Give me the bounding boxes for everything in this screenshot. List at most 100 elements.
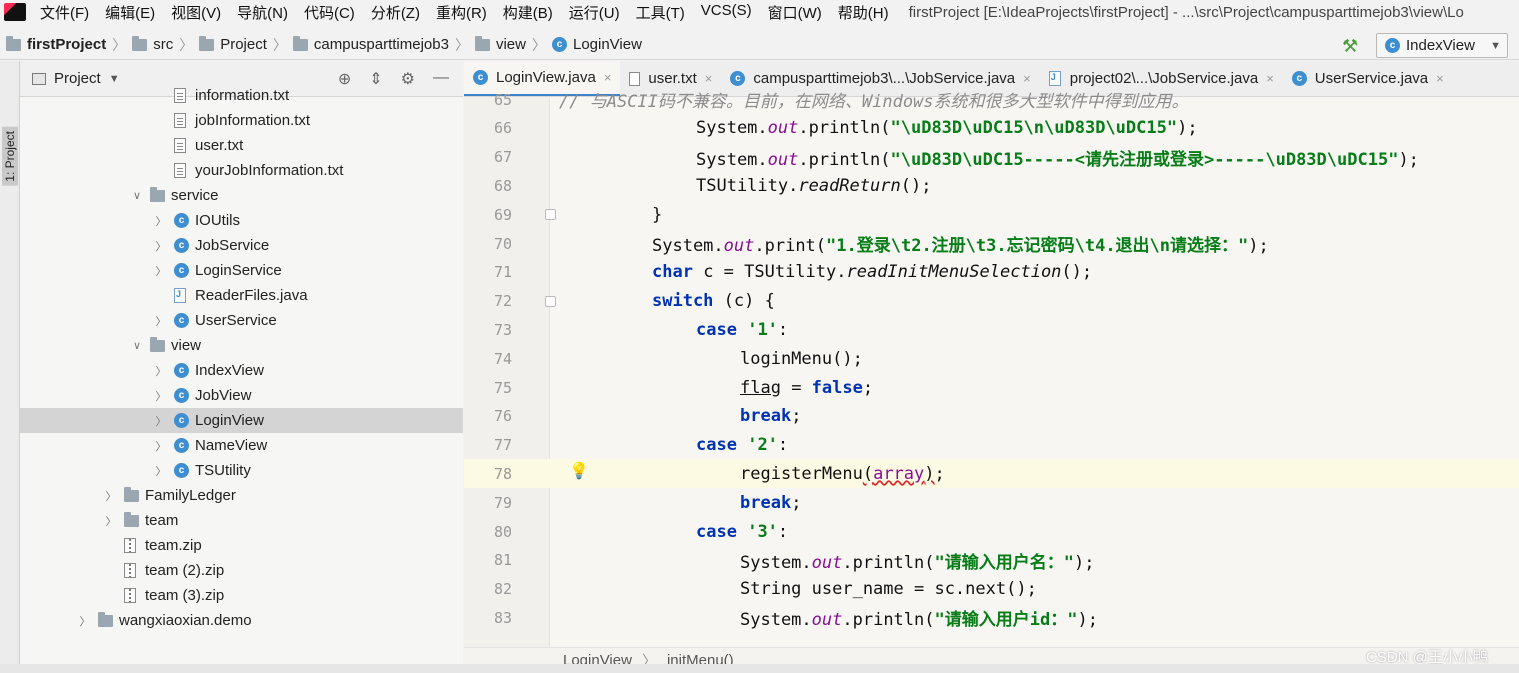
- code-line[interactable]: 66 System.out.println("\uD83D\uDC15\n\uD8…: [464, 114, 1519, 143]
- chevron-right-icon[interactable]: 〉: [104, 488, 118, 504]
- class-icon: c: [174, 388, 189, 403]
- chevron-right-icon[interactable]: 〉: [154, 388, 168, 404]
- class-icon: c: [174, 313, 189, 328]
- close-icon[interactable]: ×: [1023, 71, 1031, 86]
- chevron-right-icon[interactable]: 〉: [154, 463, 168, 479]
- code-line[interactable]: 81 System.out.println("请输入用户名：");: [464, 546, 1519, 575]
- tree-item[interactable]: 〉 c JobView: [20, 383, 463, 408]
- tree-item[interactable]: ∨ view: [20, 333, 463, 358]
- tree-item[interactable]: information.txt: [20, 83, 463, 108]
- tree-item[interactable]: 〉 c TSUtility: [20, 458, 463, 483]
- menu-item[interactable]: 运行(U): [561, 2, 628, 23]
- close-icon[interactable]: ×: [705, 71, 713, 86]
- chevron-right-icon[interactable]: 〉: [154, 263, 168, 279]
- menu-item[interactable]: 工具(T): [628, 2, 693, 23]
- fold-marker-icon[interactable]: [545, 295, 556, 307]
- chevron-right-icon[interactable]: 〉: [104, 513, 118, 529]
- breadcrumb-current[interactable]: LoginView: [573, 36, 642, 53]
- code-line[interactable]: 80 case '3':: [464, 517, 1519, 546]
- code-line[interactable]: 67 System.out.println("\uD83D\uDC15-----<…: [464, 143, 1519, 172]
- tree-item[interactable]: 〉 c NameView: [20, 433, 463, 458]
- tree-item-label: TSUtility: [195, 462, 251, 479]
- tree-item[interactable]: 〉 c IOUtils: [20, 208, 463, 233]
- tree-item-label: FamilyLedger: [145, 487, 236, 504]
- menu-item[interactable]: 视图(V): [163, 2, 229, 23]
- menu-item[interactable]: 编辑(E): [97, 2, 163, 23]
- chevron-right-icon[interactable]: 〉: [154, 238, 168, 254]
- breadcrumb-item[interactable]: campusparttimejob3: [314, 36, 449, 53]
- menu-item[interactable]: 重构(R): [428, 2, 495, 23]
- code-line[interactable]: 69}: [464, 200, 1519, 229]
- tree-item[interactable]: jobInformation.txt: [20, 108, 463, 133]
- lightbulb-icon[interactable]: 💡: [569, 461, 589, 481]
- breadcrumb-project[interactable]: firstProject: [27, 36, 106, 53]
- tree-item[interactable]: 〉 FamilyLedger: [20, 483, 463, 508]
- tree-item[interactable]: user.txt: [20, 133, 463, 158]
- tree-item[interactable]: ∨ service: [20, 183, 463, 208]
- tree-item-label: IOUtils: [195, 212, 240, 229]
- code-line[interactable]: 76 break;: [464, 402, 1519, 431]
- code-line[interactable]: 82 String user_name = sc.next();: [464, 575, 1519, 604]
- code-line[interactable]: 78 registerMenu(array);: [464, 459, 1519, 489]
- tree-item[interactable]: 〉 c LoginService: [20, 258, 463, 283]
- menu-item[interactable]: 帮助(H): [830, 2, 897, 23]
- menu-item[interactable]: VCS(S): [693, 2, 760, 23]
- code-line[interactable]: 73 case '1':: [464, 315, 1519, 344]
- tree-item[interactable]: 〉 c JobService: [20, 233, 463, 258]
- tree-item[interactable]: ReaderFiles.java: [20, 283, 463, 308]
- menu-item[interactable]: 分析(Z): [363, 2, 428, 23]
- close-icon[interactable]: ×: [1266, 71, 1274, 86]
- line-number: 68: [493, 176, 512, 195]
- horizontal-scrollbar[interactable]: [0, 664, 1519, 673]
- tree-item[interactable]: team (2).zip: [20, 558, 463, 583]
- tree-item[interactable]: 〉 team: [20, 508, 463, 533]
- code-line[interactable]: 70 System.out.print("1.登录\t2.注册\t3.忘记密码\t…: [464, 229, 1519, 258]
- code-line[interactable]: 74 loginMenu();: [464, 344, 1519, 373]
- menu-item[interactable]: 窗口(W): [760, 2, 830, 23]
- tree-item[interactable]: 〉 c LoginView: [20, 408, 463, 433]
- chevron-down-icon[interactable]: ∨: [130, 189, 144, 202]
- chevron-right-icon[interactable]: 〉: [154, 313, 168, 329]
- chevron-right-icon[interactable]: 〉: [78, 613, 92, 629]
- code-line[interactable]: 79 break;: [464, 488, 1519, 517]
- run-configuration-select[interactable]: c IndexView ▼: [1376, 33, 1508, 58]
- code-line[interactable]: 72 switch (c) {: [464, 287, 1519, 316]
- breadcrumb-item[interactable]: Project: [220, 36, 267, 53]
- build-hammer-icon[interactable]: ⚒: [1342, 36, 1358, 57]
- chevron-right-icon[interactable]: 〉: [154, 413, 168, 429]
- code-line[interactable]: 65 // 与ASCII码不兼容。目前，在网络、Windows系统和很多大型软件中…: [464, 85, 1519, 114]
- code-line[interactable]: 71 char c = TSUtility.readInitMenuSelecti…: [464, 258, 1519, 287]
- chevron-down-icon[interactable]: ∨: [130, 339, 144, 352]
- chevron-right-icon[interactable]: 〉: [154, 363, 168, 379]
- class-icon: c: [174, 263, 189, 278]
- menu-item[interactable]: 导航(N): [229, 2, 296, 23]
- code-line[interactable]: 77 case '2':: [464, 431, 1519, 460]
- tree-item[interactable]: team.zip: [20, 533, 463, 558]
- tree-item[interactable]: yourJobInformation.txt: [20, 158, 463, 183]
- tree-item[interactable]: 〉 c UserService: [20, 308, 463, 333]
- tree-item-label: team (2).zip: [145, 562, 225, 579]
- menu-item[interactable]: 代码(C): [296, 2, 363, 23]
- left-tool-strip: 1: Project: [0, 61, 20, 673]
- chevron-right-icon[interactable]: 〉: [154, 213, 168, 229]
- code-line[interactable]: 83 System.out.println("请输入用户id：");: [464, 603, 1519, 632]
- tree-item[interactable]: team (3).zip: [20, 583, 463, 608]
- line-number: 81: [493, 551, 512, 570]
- code-line[interactable]: 75 flag = false;: [464, 373, 1519, 402]
- breadcrumb-item[interactable]: view: [496, 36, 526, 53]
- tree-item[interactable]: 〉 wangxiaoxian.demo: [20, 608, 463, 633]
- fold-marker-icon[interactable]: [545, 209, 556, 221]
- close-icon[interactable]: ×: [604, 70, 612, 85]
- menu-item[interactable]: 构建(B): [495, 2, 561, 23]
- line-number: 80: [493, 522, 512, 541]
- close-icon[interactable]: ×: [1436, 71, 1444, 86]
- menu-item[interactable]: 文件(F): [32, 2, 97, 23]
- code-text: System.out.println("请输入用户名：");: [740, 552, 1095, 573]
- breadcrumb-item[interactable]: src: [153, 36, 173, 53]
- code-editor[interactable]: 65 // 与ASCII码不兼容。目前，在网络、Windows系统和很多大型软件中…: [464, 91, 1519, 647]
- code-line[interactable]: 68 TSUtility.readReturn();: [464, 171, 1519, 200]
- tree-item[interactable]: 〉 c IndexView: [20, 358, 463, 383]
- chevron-right-icon[interactable]: 〉: [154, 438, 168, 454]
- tree-item-label: user.txt: [195, 137, 244, 154]
- tool-window-project-button[interactable]: 1: Project: [2, 127, 18, 186]
